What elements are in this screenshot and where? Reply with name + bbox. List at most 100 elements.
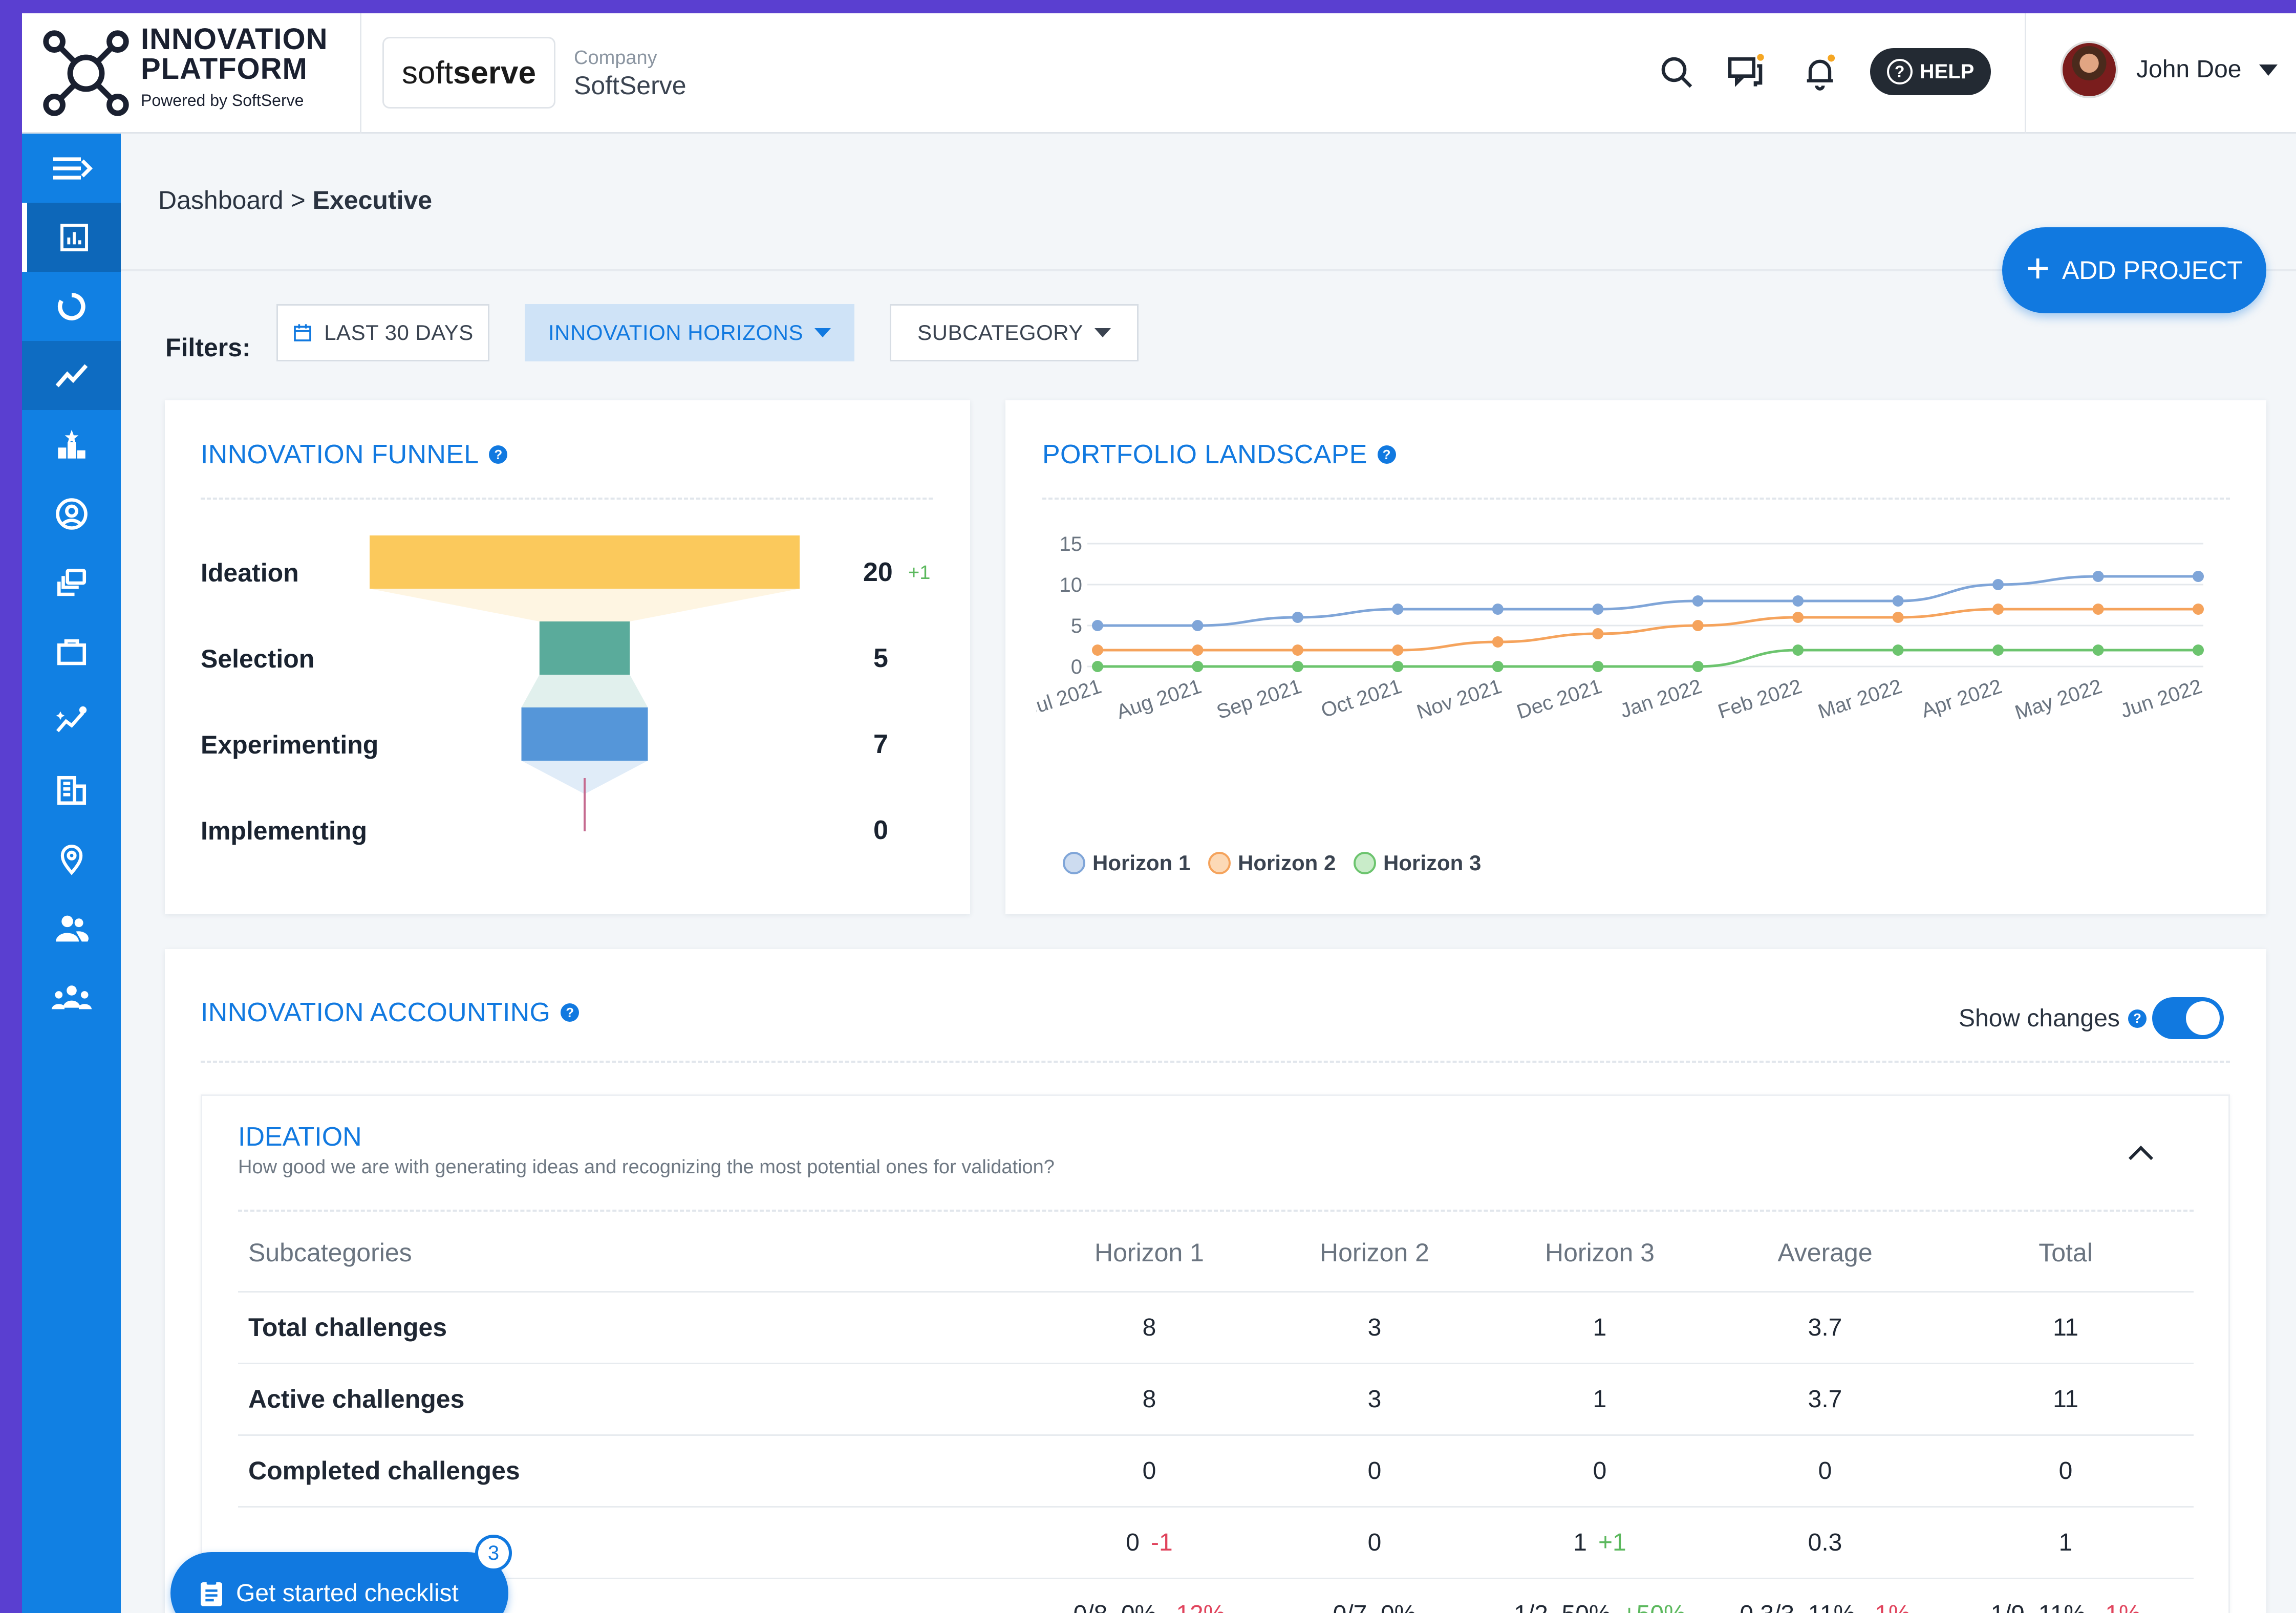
user-name[interactable]: John Doe — [2136, 55, 2241, 83]
sidebar-item-collections[interactable] — [22, 548, 121, 617]
help-icon[interactable]: ? — [489, 445, 508, 464]
accounting-table: Subcategories Horizon 1 Horizon 2 Horizo… — [238, 1215, 2194, 1613]
chat-icon[interactable] — [1722, 49, 1769, 96]
data-point-horizon-1[interactable] — [1692, 595, 1704, 607]
bell-icon[interactable] — [1796, 49, 1843, 96]
cell-value: 1/9, 11% — [1990, 1601, 2086, 1613]
row-subcategory: Completed challenges — [238, 1434, 1037, 1507]
breadcrumb-parent[interactable]: Dashboard — [158, 186, 284, 214]
clipboard-icon — [201, 1580, 222, 1606]
data-point-horizon-3[interactable] — [1992, 644, 2004, 656]
data-point-horizon-3[interactable] — [1892, 644, 1904, 656]
data-point-horizon-3[interactable] — [1292, 661, 1303, 672]
row-subcategory: Total challenges — [238, 1291, 1037, 1363]
help-icon[interactable]: ? — [2128, 1009, 2147, 1028]
data-point-horizon-1[interactable] — [1792, 595, 1804, 607]
data-point-horizon-2[interactable] — [2092, 604, 2104, 615]
series-line-horizon-3 — [1098, 649, 2198, 668]
add-project-button[interactable]: + ADD PROJECT — [2002, 227, 2266, 313]
table-cell: 1/2, 50% +50% — [1487, 1577, 1712, 1613]
legend-item-horizon-2[interactable]: Horizon 2 — [1208, 851, 1336, 875]
sidebar-item-trends[interactable] — [22, 341, 121, 410]
data-point-horizon-3[interactable] — [1692, 661, 1704, 672]
data-point-horizon-2[interactable] — [1192, 644, 1204, 656]
legend-item-horizon-1[interactable]: Horizon 1 — [1063, 851, 1190, 875]
company-logo[interactable]: soft serve — [382, 37, 555, 109]
funnel-bar-implementing[interactable] — [584, 778, 586, 831]
funnel-bar-experimenting[interactable] — [521, 707, 648, 761]
show-changes-toggle[interactable] — [2152, 997, 2224, 1039]
data-point-horizon-1[interactable] — [1492, 604, 1504, 615]
sidebar-item-community[interactable] — [22, 963, 121, 1032]
data-point-horizon-2[interactable] — [1692, 620, 1704, 631]
legend-item-horizon-3[interactable]: Horizon 3 — [1354, 851, 1481, 875]
data-point-horizon-2[interactable] — [1092, 644, 1103, 656]
data-point-horizon-1[interactable] — [1392, 604, 1404, 615]
data-point-horizon-1[interactable] — [1892, 595, 1904, 607]
data-point-horizon-2[interactable] — [2193, 604, 2204, 615]
column-header: Horizon 3 — [1545, 1238, 1655, 1267]
sidebar-item-analytics[interactable] — [22, 686, 121, 756]
search-icon[interactable] — [1654, 49, 1701, 96]
data-point-horizon-1[interactable] — [2092, 571, 2104, 582]
data-point-horizon-3[interactable] — [1492, 661, 1504, 672]
table-cell: 0 — [1262, 1506, 1487, 1578]
chevron-up-icon[interactable] — [2128, 1145, 2154, 1171]
data-point-horizon-1[interactable] — [1992, 579, 2004, 590]
help-icon[interactable]: ? — [561, 1003, 580, 1022]
company-name: SoftServe — [574, 71, 686, 100]
expand-menu-icon[interactable] — [22, 134, 121, 203]
innovation-horizons-filter[interactable]: INNOVATION HORIZONS — [525, 304, 854, 361]
company-label: Company — [574, 47, 657, 69]
data-point-horizon-3[interactable] — [1592, 661, 1604, 672]
date-filter-button[interactable]: LAST 30 DAYS — [276, 304, 489, 361]
data-point-horizon-2[interactable] — [1392, 644, 1404, 656]
data-point-horizon-1[interactable] — [2193, 571, 2204, 582]
get-started-checklist-button[interactable]: Get started checklist — [170, 1552, 508, 1613]
help-icon[interactable]: ? — [1377, 445, 1396, 464]
cell-value: 0 — [2058, 1457, 2073, 1485]
data-point-horizon-1[interactable] — [1192, 620, 1204, 631]
sidebar-item-organization[interactable] — [22, 756, 121, 825]
app-window: INNOVATION PLATFORM Powered by SoftServe… — [22, 13, 2296, 1613]
table-cell: 8 — [1037, 1291, 1262, 1363]
data-point-horizon-1[interactable] — [1092, 620, 1103, 631]
x-tick-label: Sep 2021 — [1214, 675, 1304, 724]
cell-value: 0.3 — [1808, 1529, 1842, 1556]
avatar[interactable] — [2061, 41, 2118, 98]
data-point-horizon-3[interactable] — [2193, 644, 2204, 656]
x-tick-label: Feb 2022 — [1715, 675, 1805, 723]
data-point-horizon-3[interactable] — [1792, 644, 1804, 656]
data-point-horizon-1[interactable] — [1292, 612, 1303, 623]
data-point-horizon-2[interactable] — [1892, 612, 1904, 623]
chevron-down-icon[interactable] — [2259, 64, 2278, 76]
sidebar-item-leaderboard[interactable] — [22, 410, 121, 479]
data-point-horizon-3[interactable] — [1092, 661, 1103, 672]
subcategory-filter[interactable]: SUBCATEGORY — [890, 304, 1139, 361]
sidebar-item-locations[interactable] — [22, 825, 121, 894]
sidebar-item-cycle[interactable] — [22, 272, 121, 341]
funnel-stage-label: Ideation — [201, 558, 299, 587]
data-point-horizon-1[interactable] — [1592, 604, 1604, 615]
cell-value: 0.3/3, 11% — [1740, 1601, 1855, 1613]
sidebar-item-portfolio[interactable] — [22, 617, 121, 686]
sidebar-item-teams[interactable] — [22, 894, 121, 963]
data-point-horizon-2[interactable] — [1592, 628, 1604, 639]
data-point-horizon-2[interactable] — [1292, 644, 1303, 656]
data-point-horizon-3[interactable] — [1192, 661, 1204, 672]
sidebar-item-dashboard[interactable] — [22, 203, 121, 272]
data-point-horizon-2[interactable] — [1992, 604, 2004, 615]
toggle-knob — [2186, 1001, 2220, 1035]
data-point-horizon-2[interactable] — [1492, 636, 1504, 648]
funnel-bar-ideation[interactable] — [370, 535, 800, 589]
cell-delta: -1% — [2097, 1601, 2140, 1613]
data-point-horizon-2[interactable] — [1792, 612, 1804, 623]
help-button[interactable]: ? HELP — [1870, 48, 1991, 95]
portfolio-title: PORTFOLIO LANDSCAPE ? — [1042, 439, 1396, 470]
funnel-bar-selection[interactable] — [539, 621, 630, 675]
data-point-horizon-3[interactable] — [1392, 661, 1404, 672]
bar-chart-icon — [60, 223, 88, 251]
sidebar-item-profile[interactable] — [22, 479, 121, 548]
funnel-stage-value: 7 — [873, 729, 888, 759]
data-point-horizon-3[interactable] — [2092, 644, 2104, 656]
